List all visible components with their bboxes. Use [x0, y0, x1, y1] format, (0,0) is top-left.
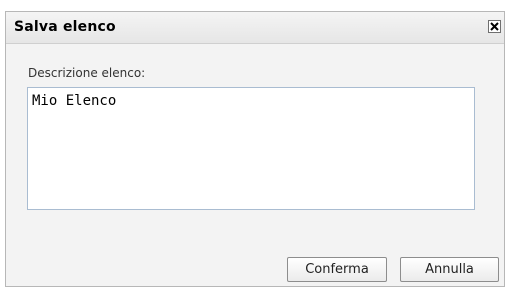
cancel-button[interactable]: Annulla — [400, 257, 499, 282]
confirm-button[interactable]: Conferma — [287, 257, 387, 282]
dialog-titlebar: Salva elenco — [6, 12, 504, 44]
close-icon — [489, 21, 500, 32]
dialog-title: Salva elenco — [14, 19, 116, 35]
close-button[interactable] — [488, 20, 501, 33]
description-textarea[interactable]: Mio Elenco — [27, 87, 475, 210]
save-list-dialog: Salva elenco Descrizione elenco: Mio Ele… — [5, 11, 505, 287]
description-label: Descrizione elenco: — [28, 66, 146, 80]
